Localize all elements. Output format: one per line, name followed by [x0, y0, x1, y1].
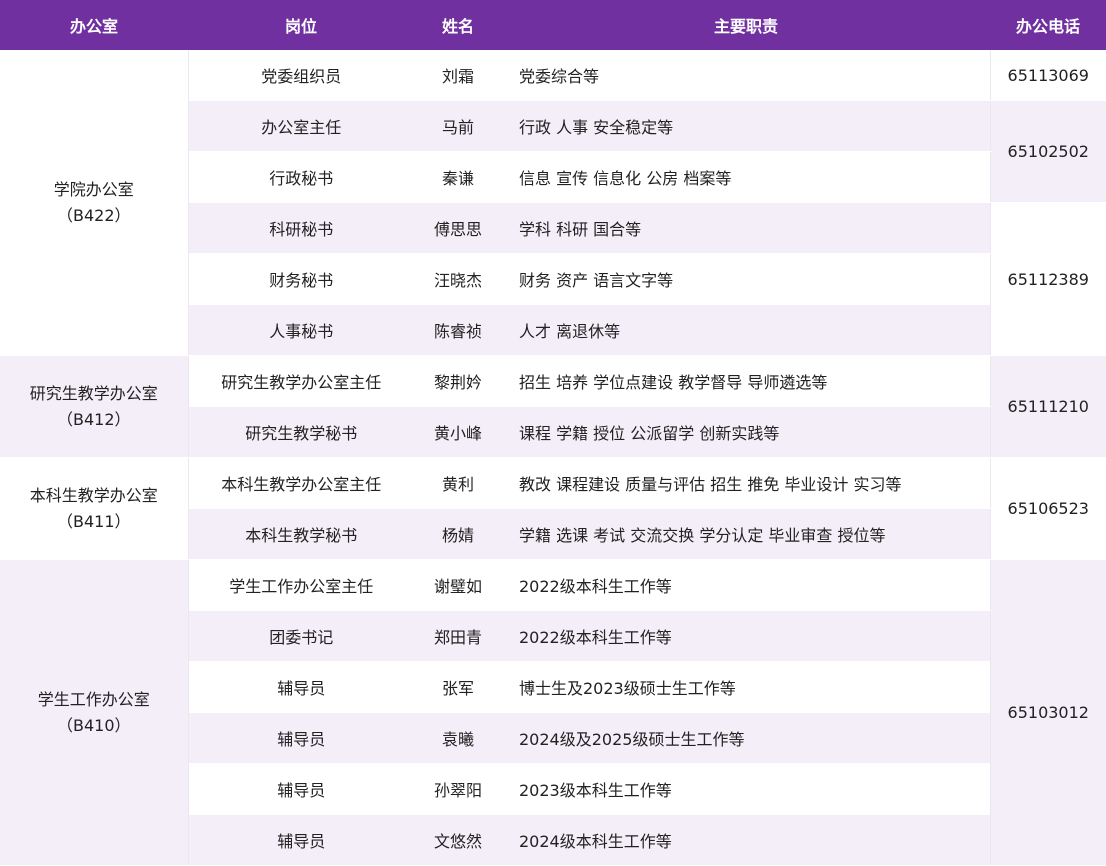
phone-cell: 65106523	[989, 457, 1106, 560]
name-cell: 汪晓杰	[414, 253, 502, 305]
phone-cell: 65112389	[989, 202, 1106, 356]
table-row: 学院办公室 （B422） 党委组织员 刘霜 党委综合等 65113069	[0, 50, 1106, 356]
position-cell: 研究生教学秘书	[188, 406, 414, 458]
office-cell: 本科生教学办公室 （B411）	[0, 457, 189, 560]
phone-cell: 65113069	[989, 50, 1106, 101]
duty-cell: 招生 培养 学位点建设 教学督导 导师遴选等	[502, 355, 990, 407]
name-cell: 郑田青	[414, 610, 502, 662]
office-name: 学生工作办公室	[37, 689, 150, 709]
duty-cell: 2024级本科生工作等	[502, 814, 990, 866]
duty-cell: 行政 人事 安全稳定等	[502, 100, 990, 152]
position-cell: 办公室主任	[188, 100, 414, 152]
header-duty: 主要职责	[502, 0, 990, 50]
header-row: 办公室 岗位 姓名 主要职责 办公电话	[0, 0, 1106, 50]
office-cell: 学生工作办公室 （B410）	[0, 559, 189, 866]
name-cell: 黄小峰	[414, 406, 502, 458]
table-row: 研究生教学办公室 （B412） 研究生教学办公室主任 黎荆妗 招生 培养 学位点…	[0, 355, 1106, 458]
duty-cell: 2023级本科生工作等	[502, 763, 990, 815]
contact-table: 办公室 岗位 姓名 主要职责 办公电话 学院办公室 （B422） 党委组织员 刘…	[0, 0, 1106, 866]
duty-cell: 2022级本科生工作等	[502, 559, 990, 611]
name-cell: 马前	[414, 100, 502, 152]
position-cell: 学生工作办公室主任	[188, 559, 414, 611]
position-cell: 辅导员	[188, 661, 414, 713]
name-cell: 袁曦	[414, 712, 502, 764]
name-cell: 傅思思	[414, 202, 502, 254]
position-cell: 本科生教学秘书	[188, 508, 414, 560]
position-cell: 本科生教学办公室主任	[188, 457, 414, 509]
office-room: （B412）	[56, 409, 131, 429]
position-cell: 行政秘书	[188, 151, 414, 203]
header-phone: 办公电话	[990, 0, 1106, 50]
office-cell: 学院办公室 （B422）	[0, 50, 189, 356]
position-cell: 研究生教学办公室主任	[188, 355, 414, 407]
position-cell: 科研秘书	[188, 202, 414, 254]
office-name: 研究生教学办公室	[29, 383, 158, 403]
table-row: 本科生教学办公室 （B411） 本科生教学办公室主任 黄利 教改 课程建设 质量…	[0, 457, 1106, 560]
phone-cell: 65102502	[989, 100, 1106, 203]
office-room: （B422）	[56, 205, 131, 225]
position-cell: 财务秘书	[188, 253, 414, 305]
header-office: 办公室	[0, 0, 188, 50]
duty-cell: 学科 科研 国合等	[502, 202, 990, 254]
table-row: 学生工作办公室 （B410） 学生工作办公室主任 谢璧如 2022级本科生工作等…	[0, 559, 1106, 866]
duty-cell: 党委综合等	[502, 50, 990, 101]
duty-cell: 教改 课程建设 质量与评估 招生 推免 毕业设计 实习等	[502, 457, 990, 509]
office-room: （B410）	[56, 715, 131, 735]
name-cell: 孙翠阳	[414, 763, 502, 815]
office-name: 学院办公室	[53, 179, 134, 199]
header-position: 岗位	[188, 0, 414, 50]
duty-cell: 博士生及2023级硕士生工作等	[502, 661, 990, 713]
duty-cell: 信息 宣传 信息化 公房 档案等	[502, 151, 990, 203]
duty-cell: 2022级本科生工作等	[502, 610, 990, 662]
name-cell: 陈睿祯	[414, 304, 502, 356]
name-cell: 秦谦	[414, 151, 502, 203]
duty-cell: 财务 资产 语言文字等	[502, 253, 990, 305]
name-cell: 张军	[414, 661, 502, 713]
phone-cell: 65103012	[989, 559, 1106, 866]
position-cell: 人事秘书	[188, 304, 414, 356]
position-cell: 辅导员	[188, 763, 414, 815]
name-cell: 刘霜	[414, 50, 502, 101]
duty-cell: 人才 离退休等	[502, 304, 990, 356]
position-cell: 团委书记	[188, 610, 414, 662]
name-cell: 黄利	[414, 457, 502, 509]
duty-cell: 课程 学籍 授位 公派留学 创新实践等	[502, 406, 990, 458]
office-cell: 研究生教学办公室 （B412）	[0, 355, 189, 458]
position-cell: 辅导员	[188, 712, 414, 764]
duty-cell: 学籍 选课 考试 交流交换 学分认定 毕业审查 授位等	[502, 508, 990, 560]
office-name: 本科生教学办公室	[29, 485, 158, 505]
name-cell: 黎荆妗	[414, 355, 502, 407]
phone-cell: 65111210	[989, 355, 1106, 458]
duty-cell: 2024级及2025级硕士生工作等	[502, 712, 990, 764]
name-cell: 杨婧	[414, 508, 502, 560]
name-cell: 文悠然	[414, 814, 502, 866]
office-room: （B411）	[56, 511, 131, 531]
name-cell: 谢璧如	[414, 559, 502, 611]
position-cell: 辅导员	[188, 814, 414, 866]
position-cell: 党委组织员	[188, 50, 414, 101]
header-name: 姓名	[414, 0, 502, 50]
